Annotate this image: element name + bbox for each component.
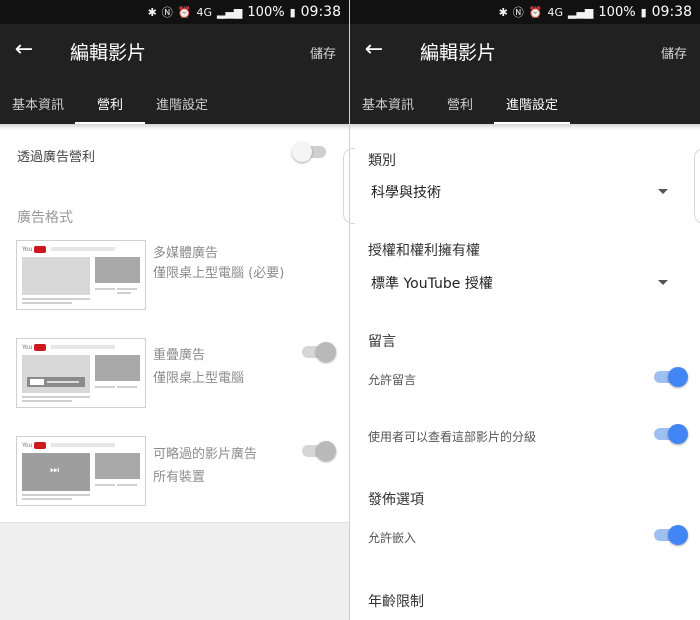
dropdown-arrow-icon (658, 189, 668, 194)
bluetooth-icon: ✱ (498, 5, 508, 19)
show-ratings-toggle[interactable] (652, 424, 688, 444)
allow-embed-label: 允許嵌入 (368, 531, 417, 545)
category-label: 類別 (368, 153, 396, 169)
ad-format-subtitle: 僅限桌上型電腦 (153, 371, 245, 386)
battery-percent: 100% (598, 4, 636, 20)
scroll-edge-glow (694, 148, 700, 224)
ad-format-title: 可略過的影片廣告 (153, 447, 258, 462)
battery-icon: ▮ (640, 5, 647, 19)
monetize-label: 透過廣告營利 (17, 150, 96, 165)
toggle-knob (668, 367, 688, 387)
license-value: 標準 YouTube 授權 (371, 276, 493, 292)
toggle-knob (668, 525, 688, 545)
status-bar: ✱ Ⓝ ⏰ 4G ▂▄▆ 100% ▮ 09:38 (0, 0, 349, 24)
skippable-video-ad-thumbnail: You ⏭ (16, 436, 146, 506)
ad-format-title: 多媒體廣告 (153, 246, 219, 261)
empty-area (0, 522, 349, 620)
show-ratings-label: 使用者可以查看這部影片的分級 (368, 430, 537, 444)
clock: 09:38 (300, 4, 341, 20)
license-label: 授權和權利擁有權 (368, 243, 480, 259)
comments-heading: 留言 (368, 334, 396, 350)
tab-bar: 基本資訊 營利 進階設定 (0, 80, 349, 124)
tab-shadow (0, 124, 349, 130)
age-restriction-heading: 年齡限制 (368, 594, 424, 610)
right-screen: ✱ Ⓝ ⏰ 4G ▂▄▆ 100% ▮ 09:38 ← 編輯影片 儲存 基本資訊… (350, 0, 700, 620)
status-bar: ✱ Ⓝ ⏰ 4G ▂▄▆ 100% ▮ 09:38 (350, 0, 700, 24)
alarm-icon: ⏰ (528, 5, 543, 19)
allow-embed-toggle[interactable] (652, 525, 688, 545)
distribution-heading: 發佈選項 (368, 492, 424, 508)
active-tab-indicator (75, 122, 145, 124)
monetize-toggle[interactable] (292, 142, 328, 162)
signal-icon: ▂▄▆ (568, 5, 594, 19)
4g-icon: 4G (196, 5, 213, 19)
active-tab-indicator (494, 122, 570, 124)
youtube-logo-icon: You (22, 441, 48, 450)
save-button[interactable]: 儲存 (310, 43, 336, 62)
tab-basic-info[interactable]: 基本資訊 (362, 94, 414, 113)
tab-monetization[interactable]: 營利 (97, 94, 123, 113)
signal-icon: ▂▄▆ (217, 5, 243, 19)
page-title: 編輯影片 (420, 42, 497, 64)
battery-percent: 100% (247, 4, 285, 20)
youtube-logo-icon: You (22, 245, 48, 254)
nfc-icon: Ⓝ (512, 6, 524, 19)
back-arrow-icon[interactable]: ← (12, 36, 36, 64)
ad-formats-heading: 廣告格式 (17, 210, 73, 226)
license-dropdown[interactable]: 標準 YouTube 授權 (368, 269, 670, 295)
tab-bar: 基本資訊 營利 進階設定 (350, 80, 700, 124)
tab-advanced-settings[interactable]: 進階設定 (156, 94, 208, 113)
battery-icon: ▮ (289, 5, 296, 19)
ad-format-subtitle: 所有裝置 (153, 470, 206, 485)
toggle-knob (316, 342, 336, 362)
display-ad-thumbnail: You (16, 240, 146, 310)
bluetooth-icon: ✱ (147, 5, 157, 19)
tab-shadow (350, 124, 700, 130)
category-dropdown[interactable]: 科學與技術 (368, 178, 670, 204)
tab-monetization[interactable]: 營利 (447, 94, 473, 113)
skippable-ad-toggle[interactable] (300, 441, 336, 461)
allow-comments-label: 允許留言 (368, 373, 417, 387)
clock: 09:38 (651, 4, 692, 20)
screenshot-stage: ✱ Ⓝ ⏰ 4G ▂▄▆ 100% ▮ 09:38 ← 編輯影片 儲存 基本資訊… (0, 0, 700, 620)
back-arrow-icon[interactable]: ← (362, 36, 386, 64)
allow-comments-toggle[interactable] (652, 367, 688, 387)
dropdown-arrow-icon (658, 280, 668, 285)
alarm-icon: ⏰ (177, 5, 192, 19)
skip-forward-icon: ⏭ (50, 465, 59, 476)
toggle-knob (668, 424, 688, 444)
tab-advanced-settings[interactable]: 進階設定 (506, 94, 558, 113)
youtube-logo-icon: You (22, 343, 48, 352)
page-title: 編輯影片 (70, 42, 147, 64)
toggle-knob (316, 441, 336, 461)
category-value: 科學與技術 (371, 185, 441, 201)
left-screen: ✱ Ⓝ ⏰ 4G ▂▄▆ 100% ▮ 09:38 ← 編輯影片 儲存 基本資訊… (0, 0, 349, 620)
4g-icon: 4G (547, 5, 564, 19)
app-bar: ← 編輯影片 儲存 (350, 24, 700, 80)
overlay-ad-thumbnail: You (16, 338, 146, 408)
overlay-ad-toggle[interactable] (300, 342, 336, 362)
tab-basic-info[interactable]: 基本資訊 (12, 94, 64, 113)
toggle-knob (292, 142, 312, 162)
save-button[interactable]: 儲存 (661, 43, 687, 62)
ad-format-title: 重疊廣告 (153, 348, 206, 363)
app-bar: ← 編輯影片 儲存 (0, 24, 349, 80)
scroll-edge-glow (343, 148, 355, 224)
nfc-icon: Ⓝ (161, 6, 173, 19)
ad-format-subtitle: 僅限桌上型電腦 (必要) (153, 266, 285, 281)
